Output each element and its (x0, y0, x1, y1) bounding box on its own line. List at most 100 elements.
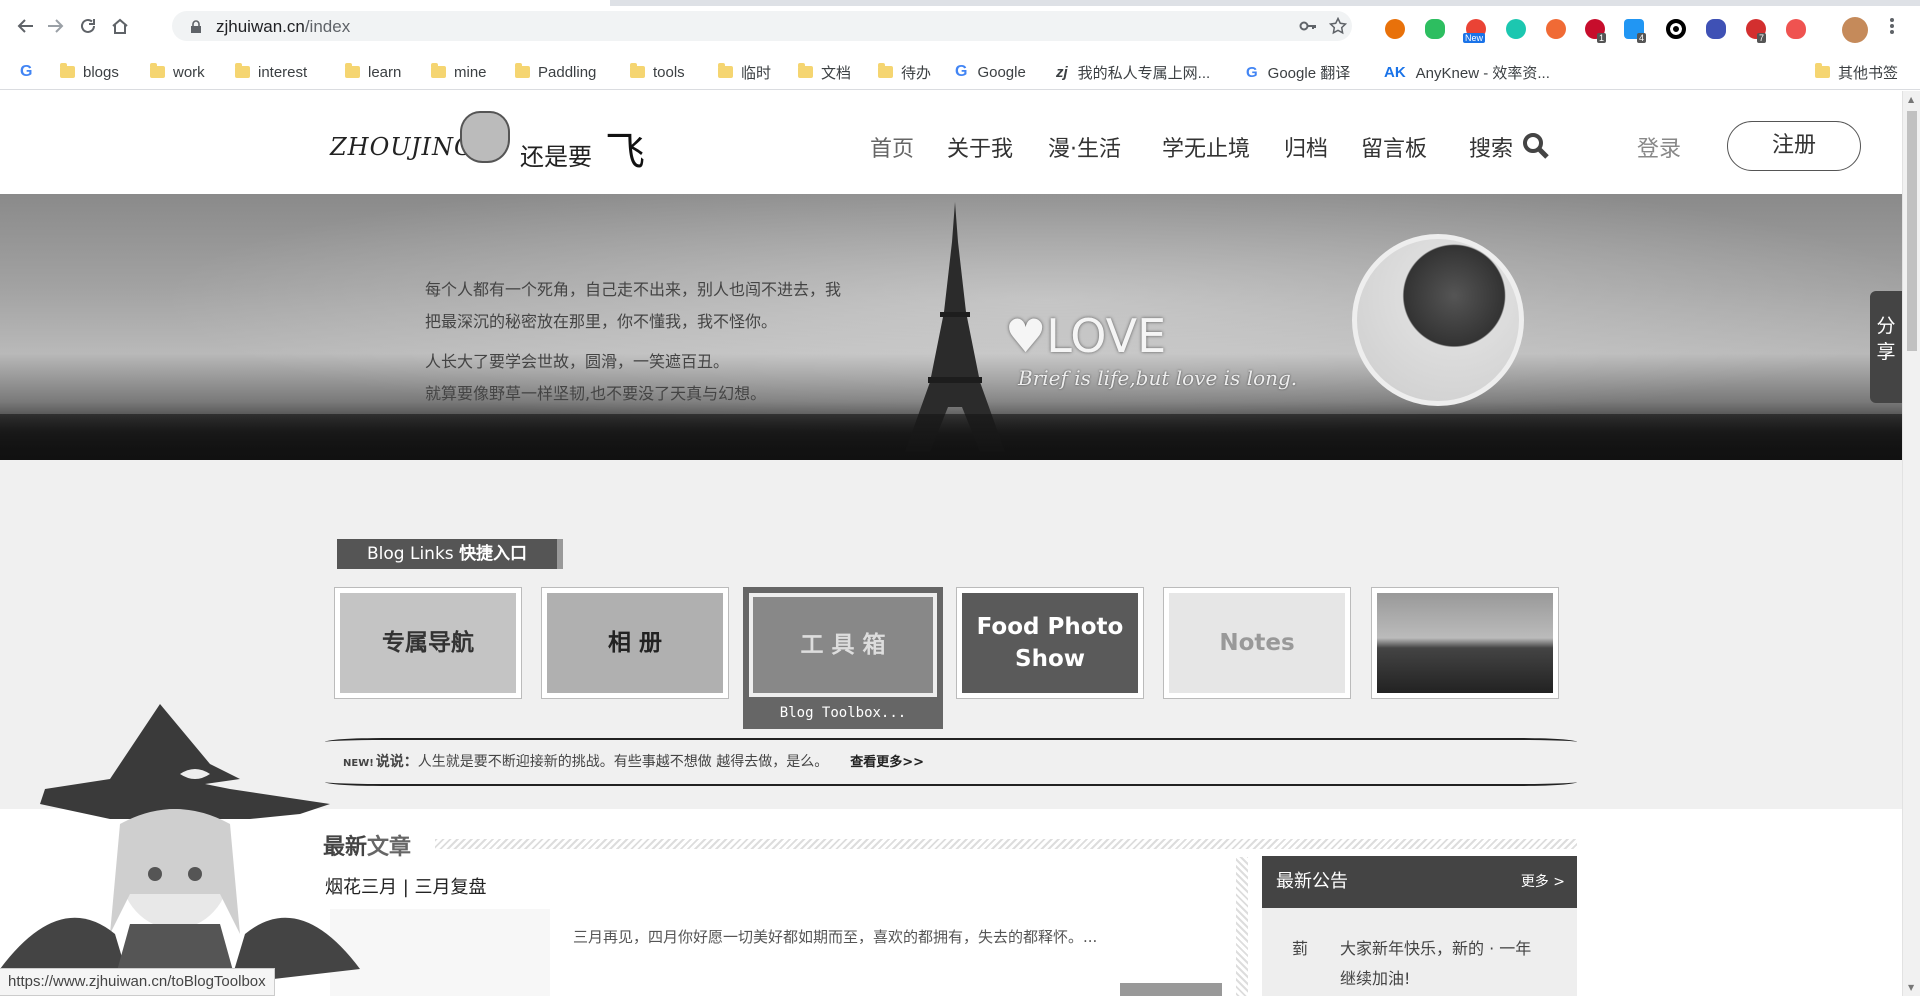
quicklink-toolbox[interactable]: 工 具 箱 Blog Toolbox... (743, 587, 943, 729)
quicklink-nav[interactable]: 专属导航 (334, 587, 522, 699)
section-divider (435, 839, 1577, 849)
shuo-more-link[interactable]: 查看更多>> (850, 755, 924, 770)
banner-quote-1: 每个人都有一个死角，自己走不出来，别人也闯不进去，我把最深沉的秘密放在那里，你不… (425, 280, 842, 331)
quicklink-food-label: Food Photo Show (962, 593, 1138, 693)
nav-about[interactable]: 关于我 (947, 131, 1013, 163)
bookmark-google[interactable]: G Google (955, 62, 1026, 82)
extension-du-icon[interactable] (1706, 19, 1726, 39)
site-header: ZHOUJING 还是要 飞 首页 关于我 漫·生活 学无止境 归档 留言板 搜… (0, 91, 1902, 194)
folder-icon (345, 63, 360, 78)
love-text: LOVE (1046, 309, 1167, 363)
witch-mascot-illustration (0, 704, 360, 996)
bookmark-label: 临时 (741, 64, 772, 82)
back-button[interactable] (14, 14, 38, 38)
notice-item[interactable]: 菿 大家新年快乐，新的 · 一年继续加油! (1292, 934, 1531, 988)
extension-orange-icon[interactable] (1546, 19, 1566, 39)
key-icon[interactable] (1299, 17, 1317, 39)
love-subtitle: Brief is life,but love is long. (1018, 366, 1298, 390)
bookmark-translate[interactable]: G Google 翻译 (1246, 62, 1350, 82)
extension-m-icon[interactable] (1506, 19, 1526, 39)
scroll-down-arrow-icon[interactable]: ▼ (1908, 983, 1914, 992)
address-bar[interactable]: zjhuiwan.cn/index (172, 11, 1352, 41)
extension-drop-icon[interactable] (1786, 19, 1806, 39)
translate-icon: G (1246, 63, 1258, 81)
lock-icon[interactable] (190, 19, 202, 38)
url-host: zjhuiwan.cn (216, 17, 305, 36)
page-viewport: ZHOUJING 还是要 飞 首页 关于我 漫·生活 学无止境 归档 留言板 搜… (0, 91, 1902, 996)
quicklink-toolbox-caption: Blog Toolbox... (779, 705, 907, 721)
ext7-badge: 7 (1757, 33, 1767, 43)
register-button[interactable]: 注册 (1727, 121, 1861, 171)
ext4-badge: 4 (1637, 33, 1647, 43)
quicklink-photo[interactable] (1371, 587, 1559, 699)
reload-button[interactable] (76, 14, 100, 38)
other-bookmarks[interactable]: 其他书签 (1815, 62, 1898, 82)
tab-strip (0, 0, 1920, 6)
author-avatar[interactable] (1352, 234, 1524, 406)
quicklink-notes[interactable]: Notes (1163, 587, 1351, 699)
quicklink-album[interactable]: 相 册 (541, 587, 729, 699)
scrollbar-thumb[interactable] (1907, 111, 1917, 351)
bookmark-paddling[interactable]: Paddling (515, 62, 596, 82)
bookmark-label: work (173, 63, 205, 81)
quicklink-nav-label: 专属导航 (340, 593, 516, 693)
nav-learning[interactable]: 学无止境 (1162, 131, 1250, 163)
banner-ground (0, 414, 1902, 460)
home-button[interactable] (108, 14, 132, 38)
zj-icon: zj (1056, 63, 1068, 81)
star-icon[interactable] (1328, 16, 1348, 39)
menu-icon[interactable] (1880, 14, 1904, 38)
abp-badge: 1 (1597, 33, 1607, 43)
shuo-text: 人生就是要不断迎接新的挑战。有些事越不想做 越得去做，是么。 (417, 754, 829, 770)
bookmark-label: mine (454, 63, 487, 81)
notice-more-link[interactable]: 更多 > (1521, 856, 1565, 908)
active-tab[interactable] (0, 0, 610, 6)
bookmark-docs[interactable]: 文档 (798, 62, 851, 82)
forward-button[interactable] (43, 14, 67, 38)
bookmark-label: 待办 (901, 64, 932, 82)
apps-icon[interactable]: G (20, 62, 42, 82)
other-bookmarks-label: 其他书签 (1838, 64, 1899, 82)
city-skyline-photo (1377, 593, 1553, 693)
quicklink-notes-label: Notes (1169, 593, 1345, 693)
nav-life[interactable]: 漫·生活 (1048, 131, 1121, 163)
quicklink-food[interactable]: Food Photo Show (956, 587, 1144, 699)
page-scrollbar[interactable]: ▲ ▼ (1902, 91, 1920, 996)
bookmark-learn[interactable]: learn (345, 62, 401, 82)
url-text[interactable]: zjhuiwan.cn/index (216, 17, 350, 37)
bookmark-mine[interactable]: mine (431, 62, 487, 82)
bookmarks-bar: G blogs work interest learn mine Paddlin… (0, 54, 1920, 90)
bookmark-blogs[interactable]: blogs (60, 62, 119, 82)
login-link[interactable]: 登录 (1637, 131, 1681, 163)
profile-avatar[interactable] (1842, 17, 1868, 43)
bookmark-zj[interactable]: zj 我的私人专属上网... (1056, 62, 1210, 82)
extension-ring-icon[interactable] (1666, 19, 1686, 39)
blog-links-title: Blog Links 快捷入口 (337, 539, 563, 569)
bookmark-temp[interactable]: 临时 (718, 62, 771, 82)
folder-icon (431, 63, 446, 78)
folder-icon (878, 63, 893, 78)
blog-links-title-cn: 快捷入口 (459, 544, 528, 564)
nav-search[interactable]: 搜索 (1469, 131, 1550, 163)
site-logo[interactable]: ZHOUJING 还是要 飞 (330, 111, 650, 175)
evernote-icon[interactable] (1425, 19, 1445, 39)
nav-home[interactable]: 首页 (870, 131, 914, 163)
bookmark-anyknew[interactable]: AK AnyKnew - 效率资... (1384, 62, 1550, 82)
share-button[interactable]: 分享 (1870, 291, 1902, 403)
nav-guestbook[interactable]: 留言板 (1361, 131, 1427, 163)
nav-archive[interactable]: 归档 (1284, 131, 1328, 163)
ak-icon: AK (1384, 63, 1406, 81)
extension-alert-icon[interactable] (1385, 19, 1405, 39)
hero-banner: 每个人都有一个死角，自己走不出来，别人也闯不进去，我把最深沉的秘密放在那里，你不… (0, 194, 1902, 460)
logo-text-fei: 飞 (605, 129, 645, 175)
bookmark-label: blogs (83, 63, 119, 81)
scroll-up-arrow-icon[interactable]: ▲ (1908, 95, 1914, 104)
banner-quote-3: 就算要像野草一样坚韧,也不要没了天真与幻想。 (425, 384, 767, 403)
read-more-button[interactable] (1120, 983, 1222, 996)
bookmark-interest[interactable]: interest (235, 62, 307, 82)
bookmark-tools[interactable]: tools (630, 62, 685, 82)
bookmark-work[interactable]: work (150, 62, 205, 82)
post-thumbnail[interactable] (330, 909, 550, 996)
bookmark-todo[interactable]: 待办 (878, 62, 931, 82)
nav-search-label: 搜索 (1469, 137, 1514, 162)
